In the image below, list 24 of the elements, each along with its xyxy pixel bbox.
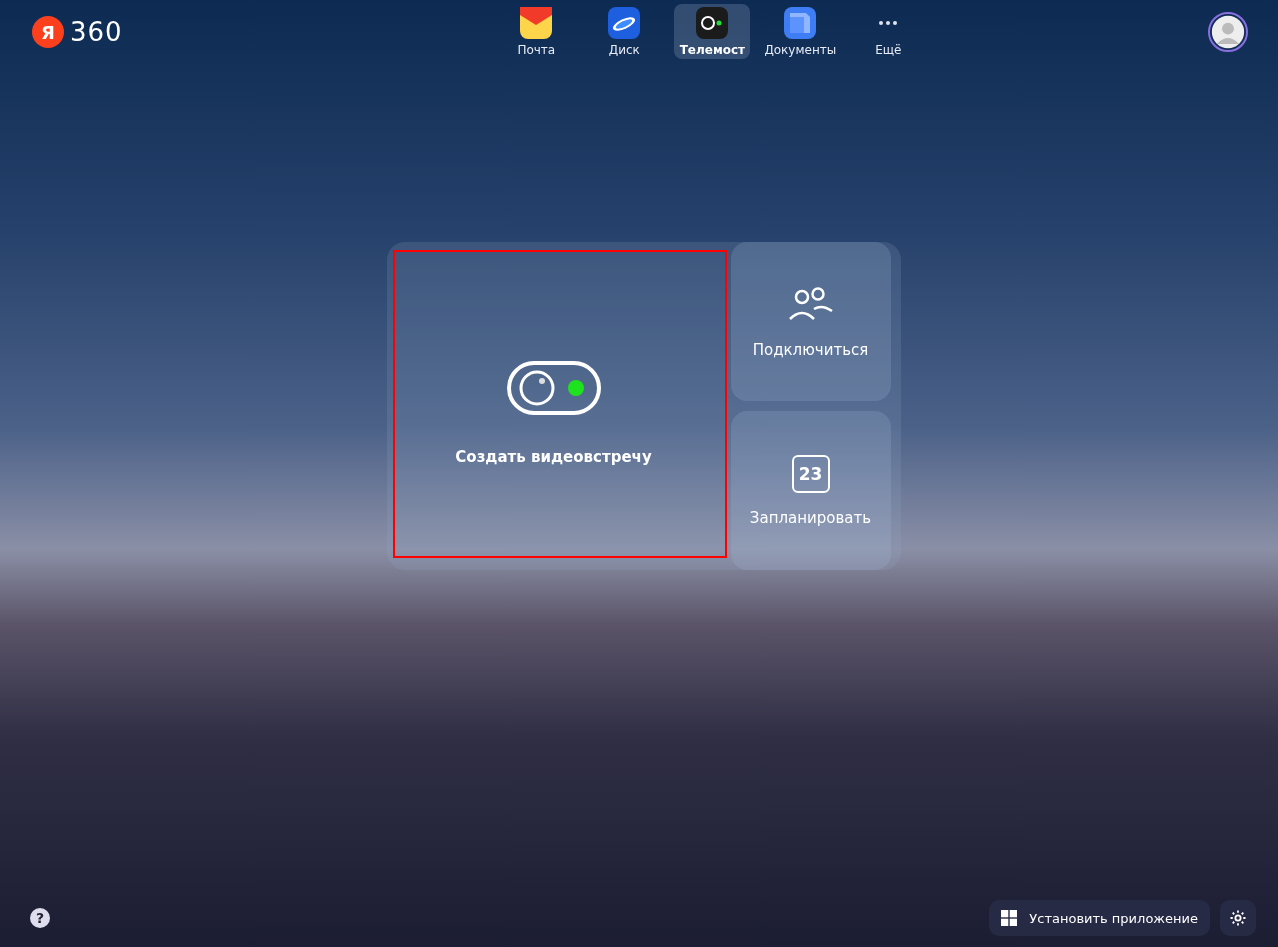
documents-icon xyxy=(784,6,817,39)
envelope-icon xyxy=(520,6,553,39)
install-app-button[interactable]: Установить приложение xyxy=(989,900,1210,936)
more-icon xyxy=(878,19,899,26)
app-tab[interactable]: Телемост xyxy=(674,4,751,59)
join-card[interactable]: Подключиться xyxy=(730,242,891,401)
help-button[interactable]: ? xyxy=(30,908,50,928)
app-tab[interactable]: Ещё xyxy=(850,4,927,59)
create-meeting-label: Создать видеовстречу xyxy=(455,448,652,466)
camera-icon xyxy=(696,6,729,39)
windows-icon xyxy=(1001,910,1018,926)
logo-mark[interactable]: Я xyxy=(32,16,64,48)
calendar-icon: 23 xyxy=(791,454,830,493)
schedule-label: Запланировать xyxy=(749,508,872,527)
join-label: Подключиться xyxy=(752,340,869,359)
schedule-card[interactable]: 23 Запланировать xyxy=(730,411,891,570)
app-tab[interactable]: Документы xyxy=(762,4,839,59)
settings-icon xyxy=(1229,909,1247,927)
logo-text[interactable]: 360 xyxy=(70,17,123,47)
create-meeting-card[interactable]: Создать видеовстречу xyxy=(386,242,721,570)
app-tab[interactable]: Почта xyxy=(498,4,575,59)
settings-button[interactable] xyxy=(1220,900,1256,936)
app-tab[interactable]: Диск xyxy=(586,4,663,59)
avatar[interactable] xyxy=(1208,12,1248,52)
